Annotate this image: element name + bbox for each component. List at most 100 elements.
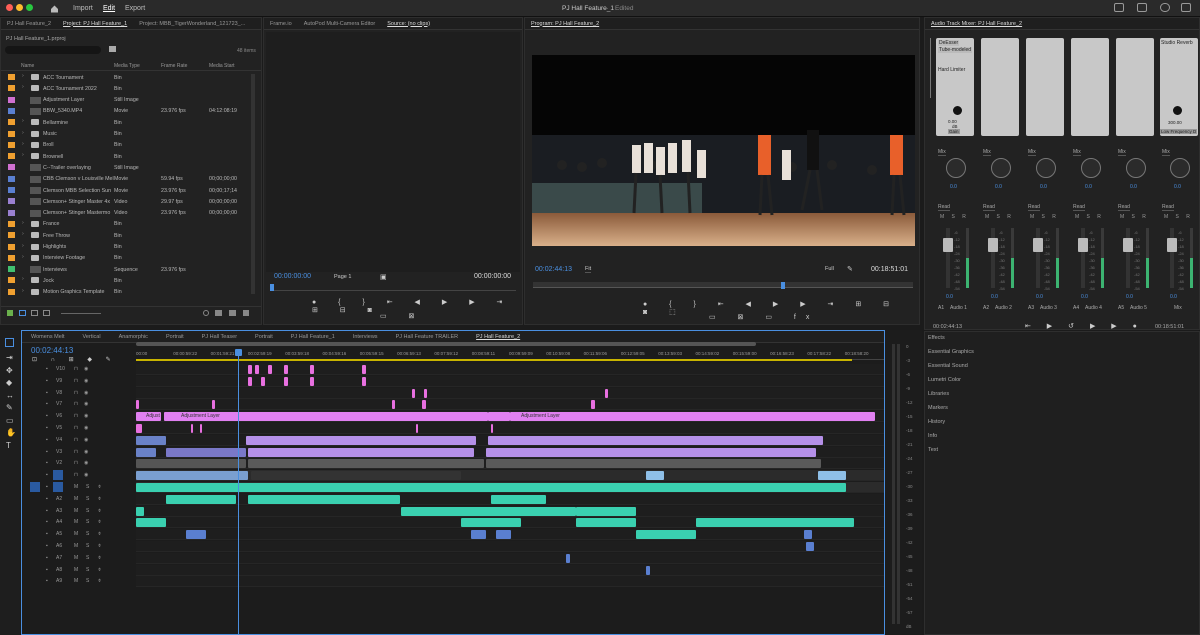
panel-markers[interactable]: Markers: [928, 405, 948, 411]
tab-frameio[interactable]: Frame.io: [264, 21, 298, 27]
automation-mode[interactable]: Read: [1028, 204, 1040, 211]
program-video-frame[interactable]: [532, 55, 915, 246]
solo-button[interactable]: S: [86, 519, 89, 525]
v1-target[interactable]: [53, 470, 63, 481]
pan-mode-label[interactable]: Mix: [1118, 149, 1126, 156]
expand-chevron-icon[interactable]: ›: [22, 152, 24, 158]
toggle-sync-icon[interactable]: ⊓: [74, 472, 78, 478]
tool-stack[interactable]: ⇥ ✥ ◆ ↔ ✎ ▭ ✋ T: [6, 352, 16, 452]
mute-button[interactable]: M: [74, 508, 78, 514]
zoom-window-button[interactable]: [26, 4, 33, 11]
mic-icon[interactable]: ⌽: [98, 531, 101, 537]
mic-icon[interactable]: ⌽: [98, 508, 101, 514]
timeline-clip[interactable]: [424, 388, 427, 398]
lock-icon[interactable]: ▪: [46, 460, 48, 466]
mute-button[interactable]: M: [74, 531, 78, 537]
timeline-clip[interactable]: [248, 459, 484, 469]
solo-button[interactable]: S: [86, 508, 89, 514]
lock-icon[interactable]: ▪: [46, 366, 48, 372]
timeline-clip[interactable]: [136, 435, 166, 445]
list-item[interactable]: › Jock Bin: [1, 275, 256, 286]
timeline-clip[interactable]: [362, 365, 366, 374]
project-scrollbar[interactable]: [251, 74, 255, 294]
track-lane[interactable]: [136, 470, 884, 482]
list-item[interactable]: Adjustment Layer Still Image: [1, 95, 256, 106]
tab-sequence[interactable]: PJ Hall Feature TRAILER: [387, 334, 468, 340]
eye-icon[interactable]: ◉: [84, 413, 88, 419]
column-media-start[interactable]: Media Start: [209, 63, 235, 69]
track-lane[interactable]: [136, 552, 884, 564]
list-item[interactable]: Clemson MBB Selection Sun Movie 23.976 fps…: [1, 185, 256, 196]
pan-knob[interactable]: [1170, 158, 1190, 178]
mute-button[interactable]: M: [74, 555, 78, 561]
close-window-button[interactable]: [6, 4, 13, 11]
volume-fader-track[interactable]: [991, 228, 995, 288]
volume-fader-handle[interactable]: [1167, 238, 1177, 252]
timeline-clip[interactable]: [261, 376, 265, 386]
lock-icon[interactable]: ▪: [46, 437, 48, 443]
track-lane[interactable]: [136, 541, 884, 552]
pan-mode-label[interactable]: Mix: [1028, 149, 1036, 156]
automation-mode[interactable]: Read: [1162, 204, 1174, 211]
workspaces-icon[interactable]: [1114, 3, 1124, 12]
reverb-param[interactable]: Low Frequency D: [1160, 129, 1198, 134]
a1-source-patch[interactable]: [30, 482, 40, 492]
mute-solo-record[interactable]: M S R: [1030, 214, 1059, 220]
track-lane[interactable]: [136, 576, 884, 588]
pan-knob[interactable]: [1081, 158, 1101, 178]
expand-chevron-icon[interactable]: ›: [22, 73, 24, 79]
progress-icon[interactable]: [1160, 3, 1170, 12]
timeline-clip[interactable]: [496, 530, 511, 540]
mixer-expand-control[interactable]: [930, 38, 935, 98]
program-quality-select[interactable]: Full: [825, 266, 834, 272]
lock-icon[interactable]: ▪: [46, 484, 48, 490]
tab-sequence[interactable]: Interviews: [344, 334, 387, 340]
lock-icon[interactable]: ▪: [46, 496, 48, 502]
lock-icon[interactable]: ▪: [46, 567, 48, 573]
mic-icon[interactable]: ⌽: [98, 519, 101, 525]
pan-mode-label[interactable]: Mix: [1073, 149, 1081, 156]
tab-sequence-bin[interactable]: PJ Hall Feature_2: [1, 21, 57, 27]
timeline-clip[interactable]: [471, 530, 486, 540]
minimize-window-button[interactable]: [16, 4, 23, 11]
quick-export-icon[interactable]: [1137, 3, 1147, 12]
mic-icon[interactable]: ⌽: [98, 543, 101, 549]
lock-icon[interactable]: ▪: [46, 543, 48, 549]
mute-solo-record[interactable]: M S R: [985, 214, 1014, 220]
source-page-select[interactable]: Page 1: [334, 274, 351, 280]
tab-project-wonderland[interactable]: Project: MBB_TigerWonderland_121723_...: [133, 21, 251, 27]
program-playhead[interactable]: [781, 282, 785, 289]
automation-mode[interactable]: Read: [938, 204, 950, 211]
timeline-clip[interactable]: [488, 435, 823, 445]
expand-chevron-icon[interactable]: ›: [22, 130, 24, 136]
solo-button[interactable]: S: [86, 567, 89, 573]
timeline-clip[interactable]: [510, 412, 875, 422]
timeline-clip[interactable]: [200, 424, 202, 433]
timeline-clip[interactable]: [166, 447, 246, 457]
timeline-clip[interactable]: [362, 376, 366, 386]
volume-fader-track[interactable]: [1126, 228, 1130, 288]
expand-chevron-icon[interactable]: ›: [22, 231, 24, 237]
panel-text[interactable]: Text: [928, 447, 938, 453]
lock-icon[interactable]: ▪: [46, 508, 48, 514]
eye-icon[interactable]: ◉: [84, 401, 88, 407]
eye-icon[interactable]: ◉: [84, 437, 88, 443]
pan-knob[interactable]: [1126, 158, 1146, 178]
toggle-sync-icon[interactable]: ⊓: [74, 366, 78, 372]
track-lane[interactable]: [136, 387, 884, 399]
timeline-clip[interactable]: [412, 388, 415, 398]
lock-icon[interactable]: ▪: [46, 425, 48, 431]
solo-button[interactable]: S: [86, 531, 89, 537]
track-lane[interactable]: [136, 423, 884, 434]
eye-icon[interactable]: ◉: [84, 425, 88, 431]
list-item[interactable]: › Motion Graphics Template Bin: [1, 287, 256, 298]
mute-solo-record[interactable]: M S R: [1164, 214, 1193, 220]
panel-essential-sound[interactable]: Essential Sound: [928, 363, 968, 369]
track-lane[interactable]: [136, 399, 884, 411]
list-item[interactable]: BBW_5340.MP4 Movie 23.976 fps 04:12:08:19: [1, 106, 256, 117]
volume-fader-handle[interactable]: [1078, 238, 1088, 252]
panel-libraries[interactable]: Libraries: [928, 391, 949, 397]
mic-icon[interactable]: ⌽: [98, 567, 101, 573]
solo-button[interactable]: S: [86, 484, 89, 490]
import-tab[interactable]: Import: [73, 5, 93, 12]
